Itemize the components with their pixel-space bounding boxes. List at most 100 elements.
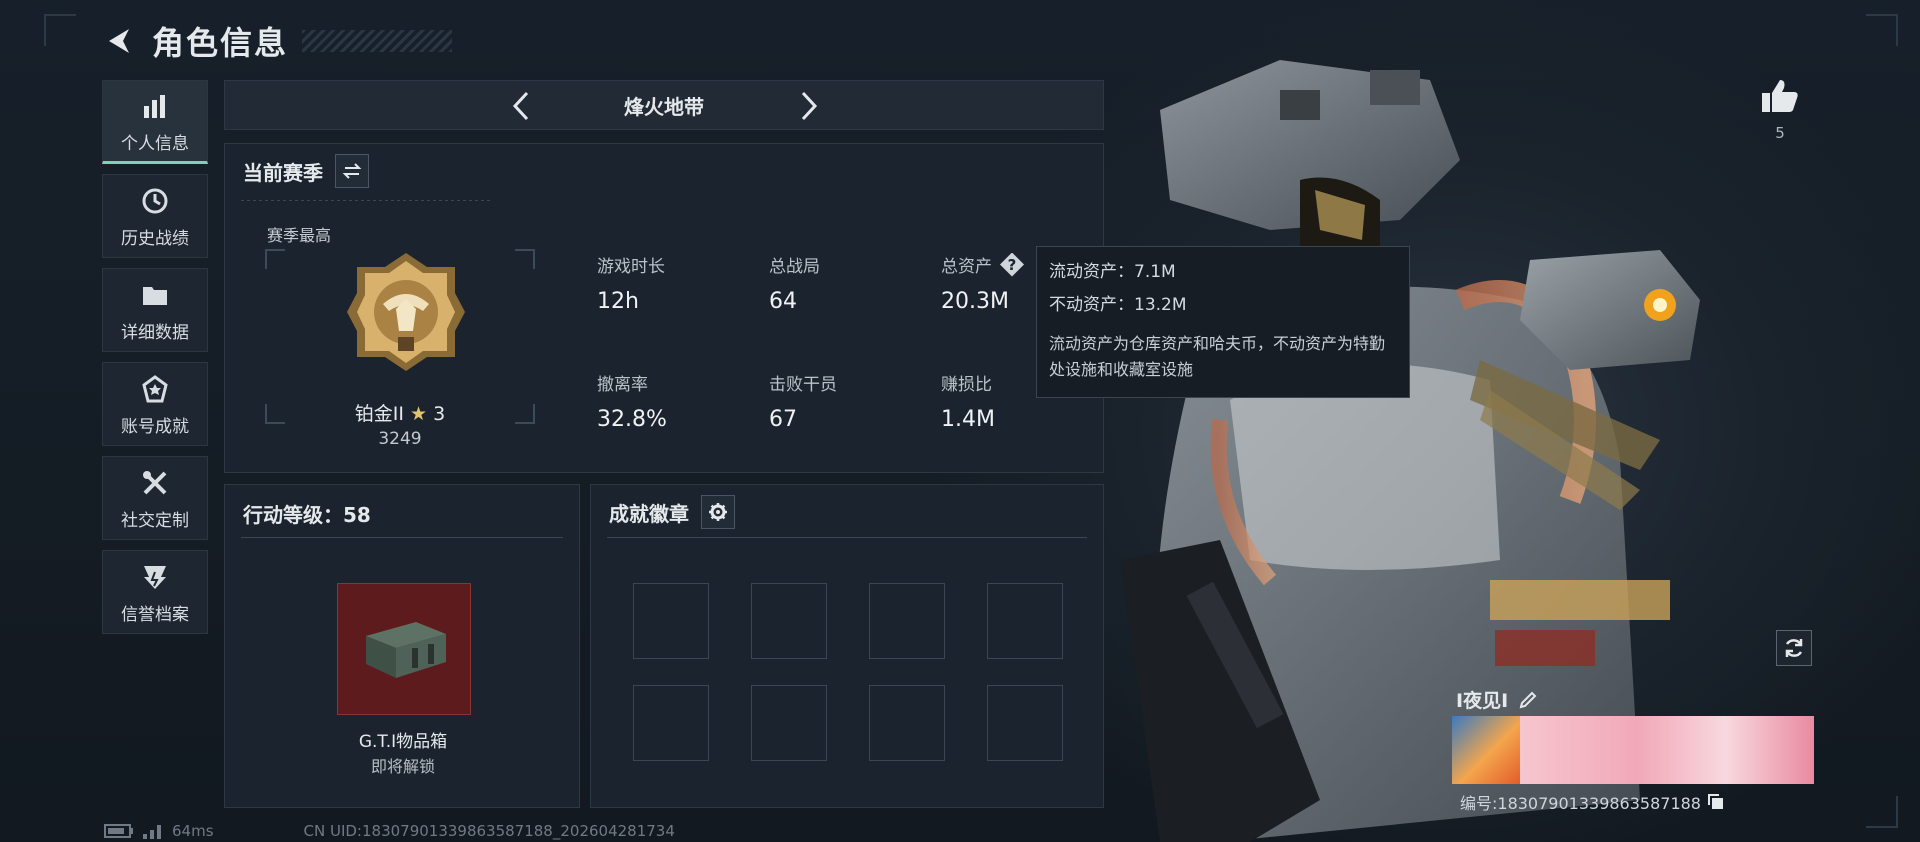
rank-title: 铂金II ★ 3 <box>265 399 535 426</box>
badges-panel: 成就徽章 <box>590 484 1104 808</box>
stat-value: 1.4M <box>941 407 995 432</box>
rank-medal-icon <box>347 253 465 371</box>
like-count: 5 <box>1775 124 1785 142</box>
bracket-decor <box>515 249 535 269</box>
achievement-icon <box>141 372 169 406</box>
corner-decor <box>1866 796 1898 828</box>
stat-extraction-rate: 撤离率 32.8% <box>597 370 667 432</box>
bracket-decor <box>265 249 285 269</box>
prev-mode-button[interactable] <box>505 89 539 123</box>
level-panel: 行动等级：58 G.T.I物品箱 即将解锁 <box>224 484 580 808</box>
swap-icon <box>342 163 362 179</box>
rank-score: 3249 <box>378 429 422 449</box>
star-icon: ★ <box>410 403 428 425</box>
stat-value: 32.8% <box>597 407 667 432</box>
badge-slot[interactable] <box>633 685 709 761</box>
corner-decor <box>1866 14 1898 46</box>
battery-icon <box>104 824 133 838</box>
badge-slot[interactable] <box>633 583 709 659</box>
stat-label: 总战局 <box>769 257 820 277</box>
ping-value: 64ms <box>172 822 214 840</box>
like-button[interactable]: 5 <box>1760 78 1800 142</box>
thumbs-up-icon <box>1762 80 1798 112</box>
badge-slot[interactable] <box>987 685 1063 761</box>
back-arrow-icon <box>109 29 129 53</box>
rank-display: 铂金II ★ 3 3249 <box>265 249 535 449</box>
sidebar: 个人信息 历史战绩 详细数据 账号成就 社交定制 信誉档案 <box>102 80 210 644</box>
uid-text: CN UID:1830790133986358718​8_20260428173… <box>303 822 675 840</box>
tooltip-fixed-assets: 不动资产：13.2M <box>1049 295 1187 315</box>
page-title: 角色信息 <box>152 24 289 62</box>
copy-icon[interactable] <box>1707 793 1725 811</box>
mode-name: 烽火地带 <box>624 94 704 119</box>
stat-total-matches: 总战局 64 <box>769 252 820 314</box>
edit-icon[interactable] <box>1518 690 1538 710</box>
badge-slot[interactable] <box>987 583 1063 659</box>
stat-profit-ratio: 赚损比 1.4M <box>941 370 995 432</box>
namecard-banner <box>1520 716 1814 784</box>
header: 角色信息 <box>100 16 453 66</box>
sidebar-item-label: 详细数据 <box>121 322 189 343</box>
bar-chart-icon <box>141 89 169 123</box>
switch-season-button[interactable] <box>335 154 369 188</box>
level-title: 行动等级：58 <box>243 503 371 527</box>
stat-value: 12h <box>597 289 639 314</box>
reward-item[interactable] <box>337 583 471 715</box>
badge-slot[interactable] <box>869 685 945 761</box>
status-bar: 64ms CN UID:1830790133986358718​8_202604… <box>104 822 675 840</box>
stat-label: 赚损比 <box>941 375 992 395</box>
sidebar-item-label: 社交定制 <box>121 510 189 531</box>
stat-value: 64 <box>769 289 797 314</box>
tooltip-liquid-assets: 流动资产：7.1M <box>1049 262 1176 282</box>
sidebar-item-personal-info[interactable]: 个人信息 <box>102 80 208 164</box>
back-button[interactable] <box>100 21 140 61</box>
season-highest-label: 赛季最高 <box>267 226 332 245</box>
stat-kills: 击败干员 67 <box>769 370 837 432</box>
signal-icon <box>143 825 161 839</box>
profile-banner[interactable] <box>1452 716 1814 784</box>
tools-icon <box>141 466 169 500</box>
sidebar-item-achievements[interactable]: 账号成就 <box>102 362 208 446</box>
clock-icon <box>141 184 169 218</box>
sidebar-item-details[interactable]: 详细数据 <box>102 268 208 352</box>
badge-slot[interactable] <box>751 583 827 659</box>
gear-icon <box>709 503 727 521</box>
divider <box>241 537 563 538</box>
help-icon[interactable]: ? <box>1000 252 1024 277</box>
refresh-icon <box>1785 639 1803 657</box>
character-name: I夜见I <box>1456 690 1509 712</box>
tooltip-description: 流动资产为仓库资产和哈夫币，不动资产为特勤处设施和收藏室设施 <box>1049 334 1386 379</box>
shield-icon <box>141 560 169 594</box>
next-mode-button[interactable] <box>791 89 825 123</box>
sidebar-item-label: 历史战绩 <box>121 228 189 249</box>
folder-icon <box>141 278 169 312</box>
rotate-character-button[interactable] <box>1776 630 1812 666</box>
divider <box>607 537 1087 538</box>
season-panel: 当前赛季 赛季最高 铂金II ★ 3 3249 游戏时长 12h 总战局 64 … <box>224 143 1104 473</box>
assets-tooltip: 流动资产：7.1M 不动资产：13.2M 流动资产为仓库资产和哈夫币，不动资产为… <box>1036 246 1410 398</box>
sidebar-item-label: 账号成就 <box>121 416 189 437</box>
reward-status: 即将解锁 <box>370 757 435 776</box>
character-card: I夜见I 编号:1830790133986358718​8 <box>1452 686 1814 818</box>
avatar[interactable] <box>1452 716 1520 784</box>
mode-selector: 烽火地带 <box>224 80 1104 130</box>
badge-settings-button[interactable] <box>701 495 735 529</box>
badges-title: 成就徽章 <box>609 501 689 526</box>
divider <box>241 200 491 201</box>
badge-slot[interactable] <box>751 685 827 761</box>
rank-name: 铂金II <box>354 403 404 425</box>
badge-slot[interactable] <box>869 583 945 659</box>
stat-playtime: 游戏时长 12h <box>597 252 665 314</box>
reward-name: G.T.I物品箱 <box>358 732 448 752</box>
player-id-text: 编号:1830790133986358718​8 <box>1460 794 1701 813</box>
sidebar-item-social[interactable]: 社交定制 <box>102 456 208 540</box>
sidebar-item-history[interactable]: 历史战绩 <box>102 174 208 258</box>
stat-label: 游戏时长 <box>597 257 665 277</box>
stat-value: 20.3M <box>941 289 1009 314</box>
stat-value: 67 <box>769 407 797 432</box>
chevron-right-icon <box>801 91 818 121</box>
stat-label: 总资产 <box>941 257 992 277</box>
sidebar-item-reputation[interactable]: 信誉档案 <box>102 550 208 634</box>
sidebar-item-label: 个人信息 <box>121 133 189 154</box>
season-title: 当前赛季 <box>243 160 323 185</box>
